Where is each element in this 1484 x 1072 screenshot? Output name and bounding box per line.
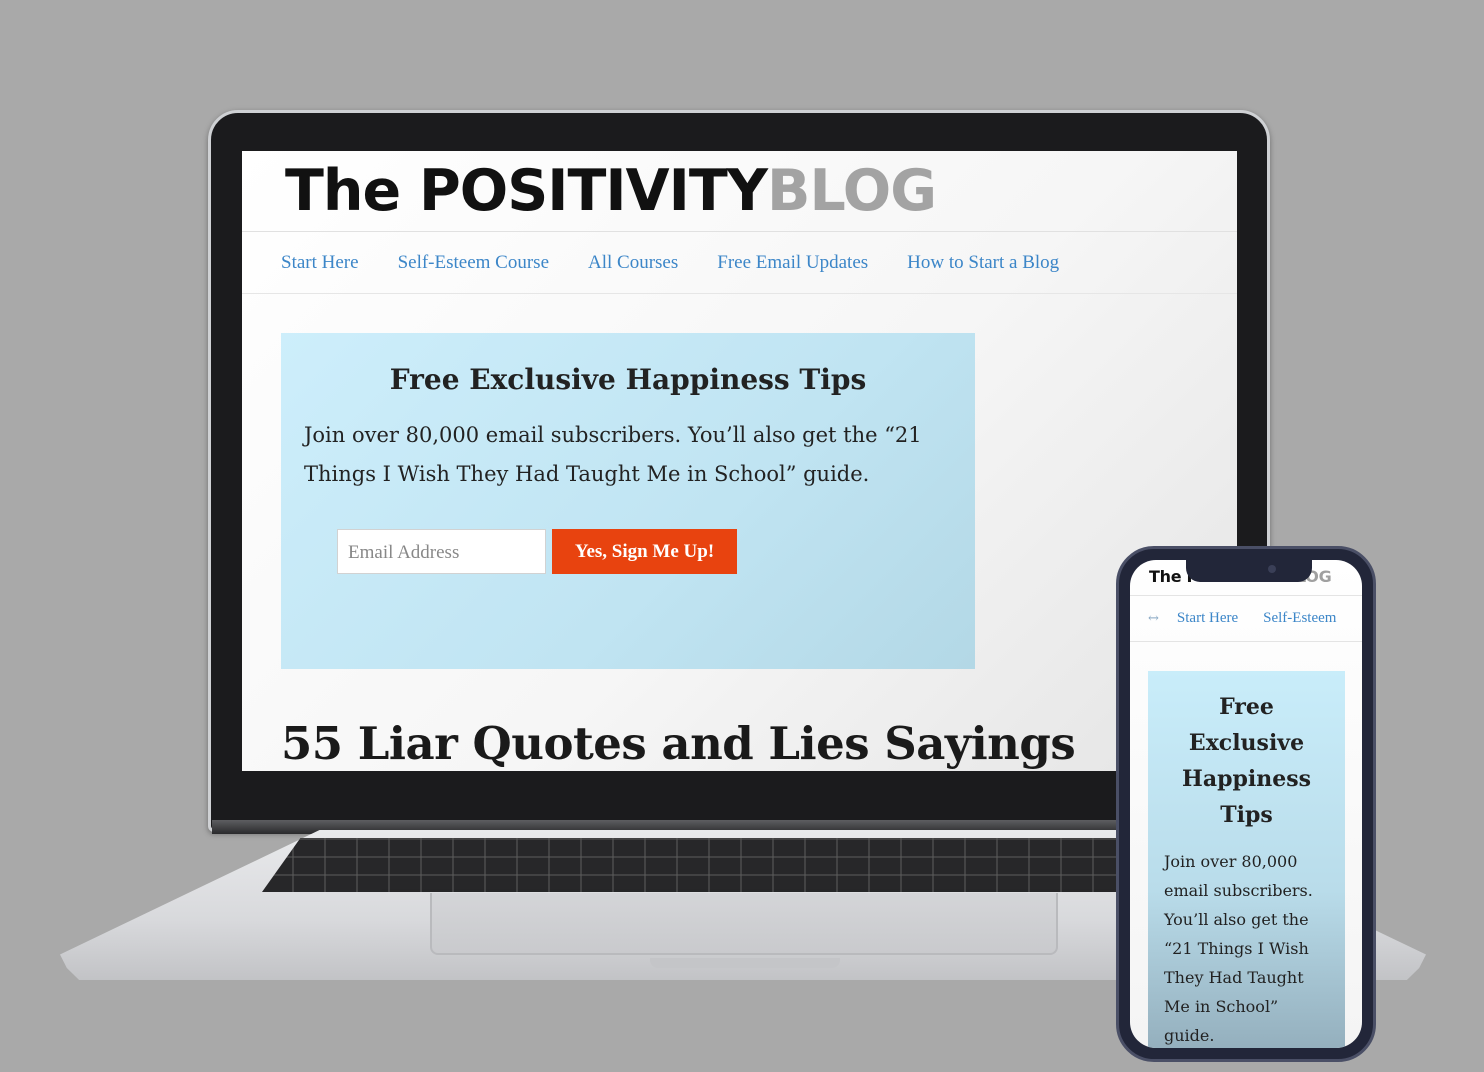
laptop-keyboard (262, 838, 1222, 892)
mobile-optin-description: Join over 80,000 email subscribers. You’… (1164, 852, 1313, 1045)
logo-text-gray: BLOG (767, 157, 937, 224)
laptop-screen: The POSITIVITYBLOG Start Here Self-Estee… (242, 151, 1237, 771)
optin-description: Join over 80,000 email subscribers. You’… (304, 423, 922, 486)
nav-all-courses[interactable]: All Courses (588, 252, 678, 274)
mobile-optin-box: Free Exclusive Happiness Tips Join over … (1148, 671, 1345, 1048)
site-logo[interactable]: The POSITIVITYBLOG (285, 162, 937, 220)
post-title[interactable]: 55 Liar Quotes and Lies Sayings (281, 717, 1076, 770)
mobile-optin-title: Free Exclusive Happiness Tips (1182, 694, 1311, 828)
nav-free-email-updates[interactable]: Free Email Updates (717, 252, 868, 274)
nav-how-to-start-a-blog[interactable]: How to Start a Blog (907, 252, 1059, 274)
optin-title: Free Exclusive Happiness Tips (389, 363, 867, 396)
mobile-nav-start-here[interactable]: Start Here (1177, 610, 1238, 627)
laptop-trackpad (430, 893, 1058, 955)
phone-camera (1268, 565, 1276, 573)
scroll-arrow-icon: ↔ (1148, 611, 1159, 626)
main-nav: Start Here Self-Esteem Course All Course… (242, 232, 1237, 294)
email-input[interactable]: Email Address (337, 529, 546, 574)
optin-form: Email Address Yes, Sign Me Up! (337, 529, 737, 574)
phone-notch (1186, 560, 1312, 582)
mobile-nav-self-esteem[interactable]: Self-Esteem (1263, 610, 1336, 627)
signup-button[interactable]: Yes, Sign Me Up! (552, 529, 737, 574)
optin-box: Free Exclusive Happiness Tips Join over … (281, 333, 975, 669)
phone-screen: The POSITIVITYBLOG ↔ Start Here Self-Est… (1130, 560, 1362, 1048)
mobile-nav: ↔ Start Here Self-Esteem (1130, 596, 1362, 642)
nav-start-here[interactable]: Start Here (281, 252, 359, 274)
site-header: The POSITIVITYBLOG (242, 151, 1237, 231)
nav-self-esteem-course[interactable]: Self-Esteem Course (398, 252, 549, 274)
logo-text-dark: The POSITIVITY (285, 157, 768, 224)
laptop-base-lip (650, 958, 840, 968)
